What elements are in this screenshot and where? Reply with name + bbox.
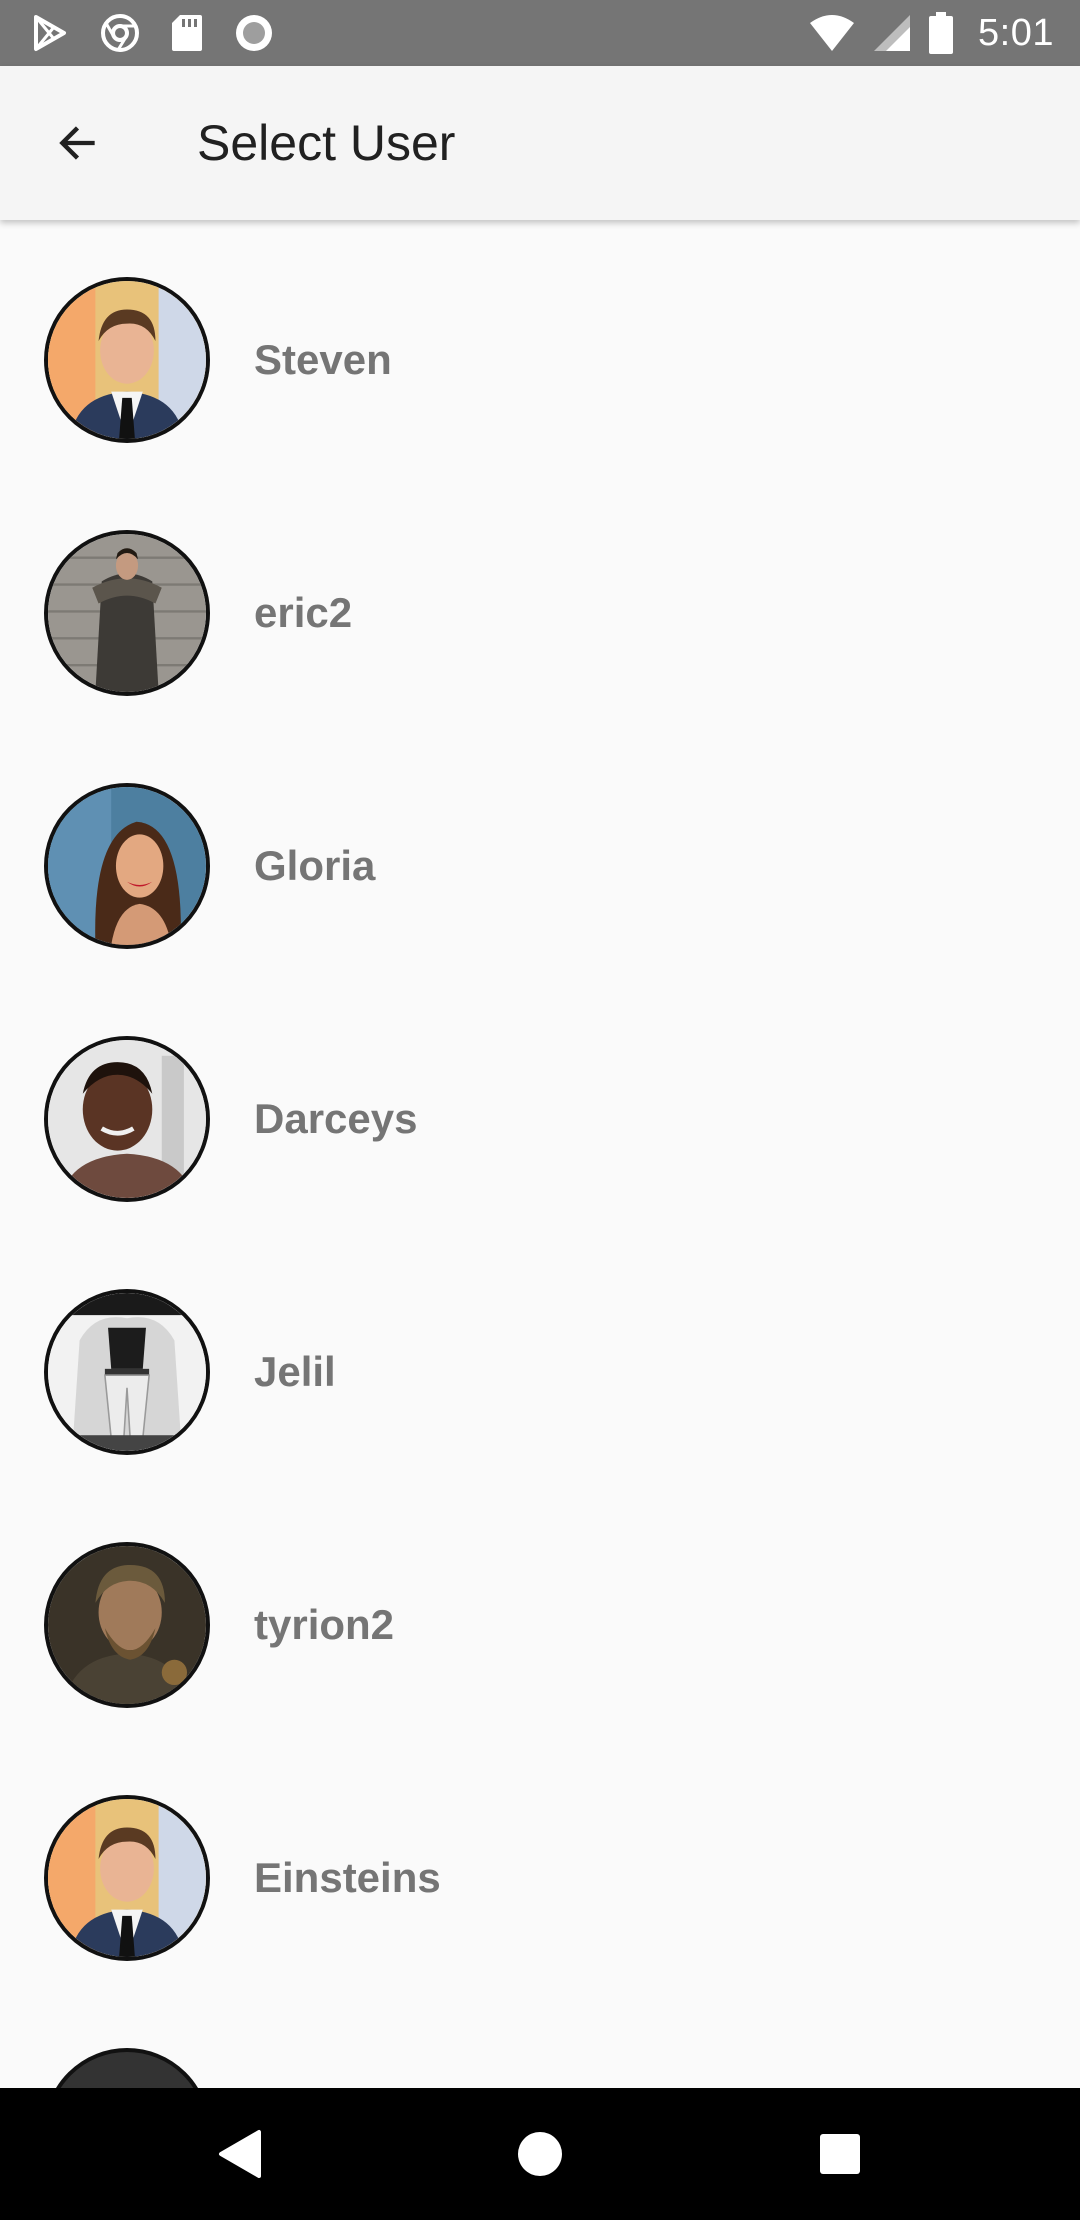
list-item[interactable]: Darceys	[0, 992, 1080, 1245]
user-name: Darceys	[254, 1094, 418, 1142]
back-button[interactable]	[38, 103, 118, 183]
bw-fashion-avatar	[44, 1288, 210, 1455]
wifi-icon	[808, 13, 856, 53]
user-name: Einsteins	[254, 1853, 441, 1901]
record-icon	[234, 13, 274, 53]
list-item[interactable]: eric2	[0, 486, 1080, 739]
man-fur-coat-avatar	[44, 529, 210, 696]
list-item[interactable]: tyrion2	[0, 1498, 1080, 1751]
nav-recents-button[interactable]	[795, 2109, 885, 2199]
list-item[interactable]: Gloria	[0, 739, 1080, 992]
arrow-back-icon	[59, 126, 95, 160]
woman-smiling-avatar	[44, 782, 210, 949]
app-bar: Select User	[0, 66, 1080, 220]
status-time: 5:01	[978, 11, 1054, 54]
page-title: Select User	[197, 115, 456, 171]
user-name: eric2	[254, 588, 353, 636]
nav-bar	[0, 2088, 1080, 2220]
man-selfie-avatar	[44, 1035, 210, 1202]
status-left-icons	[30, 13, 304, 53]
list-item[interactable]: Jelil	[0, 1245, 1080, 1498]
sd-card-icon	[170, 13, 204, 53]
chrome-icon	[100, 13, 140, 53]
play-store-icon	[30, 13, 70, 53]
user-name: Steven	[254, 335, 392, 383]
list-item[interactable]: Steven	[0, 233, 1080, 486]
bearded-man-avatar	[44, 1541, 210, 1708]
status-bar: 5:01	[0, 0, 1080, 66]
user-name: Gloria	[254, 841, 376, 889]
man-suit-avatar	[44, 1794, 210, 1961]
nav-back-button[interactable]	[195, 2109, 285, 2199]
user-name: tyrion2	[254, 1600, 395, 1648]
status-right-icons: 5:01	[792, 12, 1054, 55]
back-triangle-icon	[219, 2130, 261, 2178]
signal-icon	[872, 13, 912, 53]
man-suit-avatar	[44, 276, 210, 443]
battery-icon	[928, 12, 954, 54]
user-list[interactable]: Steven eric2 Gloria Darceys Jelil tyrion…	[0, 220, 1080, 2088]
list-item[interactable]: Einsteins	[0, 1751, 1080, 2004]
nav-home-button[interactable]	[495, 2109, 585, 2199]
user-name: Jelil	[254, 1347, 336, 1395]
avatar	[44, 2047, 210, 2088]
home-circle-icon	[518, 2132, 562, 2176]
list-item[interactable]	[0, 2004, 1080, 2088]
recents-square-icon	[820, 2134, 860, 2174]
